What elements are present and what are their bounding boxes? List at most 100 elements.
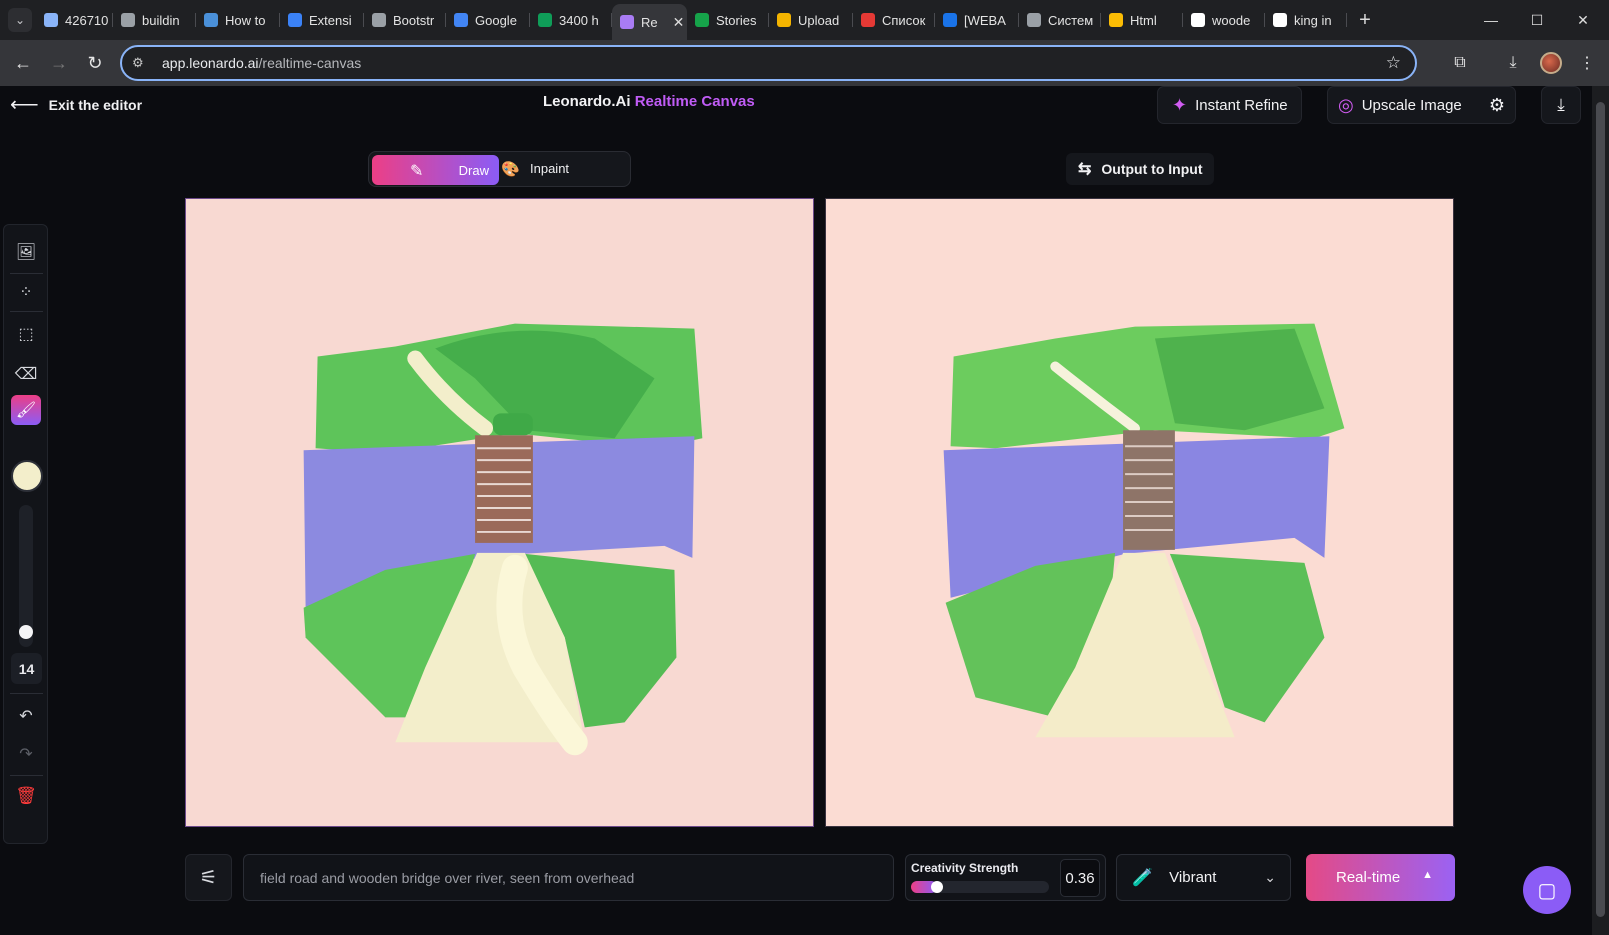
avatar [1540,52,1562,74]
browser-tab[interactable]: Систем [1019,4,1101,36]
undo-icon: ↶ [19,708,33,725]
output-to-input-label: Output to Input [1101,161,1203,177]
grid-tool-button[interactable]: ⁘ [11,277,41,307]
browser-menu-button[interactable]: ⋮ [1570,46,1604,80]
close-window-button[interactable]: ✕ [1560,0,1606,40]
browser-tab[interactable]: woode [1183,4,1265,36]
browser-tab[interactable]: How to [196,4,280,36]
minimize-button[interactable]: — [1468,0,1514,40]
browser-tab[interactable]: king in [1265,4,1347,36]
browser-tab[interactable]: Upload [769,4,853,36]
download-icon: ⤓ [1509,54,1517,71]
tab-draw-label: Draw [458,162,489,178]
url-path: /realtime-canvas [258,55,362,71]
forward-button[interactable]: → [42,46,76,80]
trash-icon: 🗑 [15,786,37,805]
support-chat-button[interactable]: ▢ [1523,866,1571,914]
output-image [825,198,1454,827]
brush-size-slider[interactable] [19,505,33,647]
back-button[interactable]: ← [6,46,40,80]
tab-close-icon[interactable]: ✕ [673,14,685,31]
site-info-icon[interactable]: ⚙ [132,55,154,71]
browser-tab[interactable]: buildin [113,4,196,36]
address-bar[interactable]: ⚙ app.leonardo.ai/realtime-canvas ☆ [120,45,1417,81]
rail-divider [10,273,43,274]
tab-label: Upload [798,12,840,28]
sparkle-icon: ✦ [1172,94,1188,115]
creativity-strength-slider[interactable] [911,881,1049,893]
download-icon: ⤓ [1557,95,1565,114]
browser-tab[interactable]: [WEBA [935,4,1019,36]
browser-tab[interactable]: Extensi [280,4,364,36]
browser-tab[interactable]: Re ✕ [612,4,687,40]
tab-label: buildin [142,12,180,28]
tab-label: woode [1212,12,1251,28]
close-icon: ✕ [1577,11,1589,28]
page-title: Leonardo.Ai Realtime Canvas [543,93,755,110]
exit-editor-label: Exit the editor [48,96,143,113]
tab-favicon-icon [1027,13,1041,27]
realtime-label: Real-time [1336,869,1401,886]
realtime-button[interactable]: Real-time ▲ [1306,854,1455,901]
prompt-input[interactable]: field road and wooden bridge over river,… [243,854,894,901]
add-image-button[interactable]: 🖼 [11,237,41,267]
tab-draw[interactable]: ✎ Draw [372,155,499,185]
scrollbar-thumb[interactable] [1596,102,1605,917]
style-selected-value: Vibrant [1169,869,1217,886]
exit-editor-button[interactable]: ⟵ Exit the editor [10,92,142,117]
browser-tab[interactable]: Список [853,4,935,36]
browser-tab[interactable]: Html [1101,4,1183,36]
new-tab-button[interactable]: + [1351,6,1379,34]
settings-button[interactable]: ⚙ [1478,86,1516,124]
caret-up-icon[interactable]: ▲ [1422,869,1433,881]
sliders-icon: ⚟ [199,867,218,889]
tab-favicon-icon [288,13,302,27]
tab-label: 426710 [65,12,109,28]
tab-inpaint[interactable]: 🎨 Inpaint [501,161,569,178]
tab-favicon-icon [1109,13,1123,27]
url-host: app.leonardo.ai [162,55,259,71]
kebab-menu-icon: ⋮ [1579,55,1595,72]
generation-settings-button[interactable]: ⚟ [185,854,232,901]
profile-button[interactable] [1534,46,1568,80]
tab-label: How to [225,12,266,28]
select-tool-button[interactable]: ⬚ [11,319,41,349]
tab-favicon-icon [538,13,552,27]
brush-size-knob[interactable] [19,625,33,639]
browser-tab[interactable]: 426710 [36,4,113,36]
drawing-canvas[interactable] [185,198,814,827]
reload-button[interactable]: ↻ [78,46,112,80]
tab-favicon-icon [777,13,791,27]
browser-tab[interactable]: Stories [687,4,769,36]
undo-button[interactable]: ↶ [11,701,41,731]
eraser-tool-button[interactable]: ⌫ [11,359,41,389]
browser-tab[interactable]: Bootstr [364,4,446,36]
creativity-strength-value[interactable]: 0.36 [1060,859,1100,897]
chevron-down-icon: ⌄ [1264,869,1276,885]
style-dropdown[interactable]: 🧪 Vibrant ⌄ [1116,854,1291,901]
creativity-strength-knob[interactable] [930,881,943,893]
clear-canvas-button[interactable]: 🗑 [11,781,41,811]
tab-search-button[interactable]: ⌄ [8,8,32,32]
tab-label: [WEBA [964,12,1006,28]
page-scrollbar[interactable] [1592,86,1609,935]
downloads-button[interactable]: ⤓ [1496,46,1530,80]
output-to-input-button[interactable]: ⇆ Output to Input [1066,153,1215,185]
download-image-button[interactable]: ⤓ [1541,86,1581,124]
bookmark-star-icon[interactable]: ☆ [1386,53,1401,73]
puzzle-icon: ⧉ [1454,54,1466,71]
brush-color-swatch[interactable] [11,460,43,492]
maximize-button[interactable]: ☐ [1514,0,1560,40]
style-icon: 🧪 [1132,867,1154,887]
redo-button[interactable]: ↷ [11,739,41,769]
browser-tab[interactable]: 3400 h [530,4,612,36]
url-text: app.leonardo.ai/realtime-canvas [162,55,361,71]
brush-stroke-icon: ✎ [410,163,424,180]
browser-tab[interactable]: Google [446,4,530,36]
extensions-button[interactable]: ⧉ [1443,46,1477,80]
tool-rail: 🖼 ⁘ ⬚ ⌫ 🖌 14 ↶ ↷ 🗑 [3,224,48,844]
tab-label: Extensi [309,12,352,28]
brush-tool-button[interactable]: 🖌 [11,395,41,425]
instant-refine-button[interactable]: ✦ Instant Refine [1157,86,1302,124]
tab-favicon-icon [121,13,135,27]
